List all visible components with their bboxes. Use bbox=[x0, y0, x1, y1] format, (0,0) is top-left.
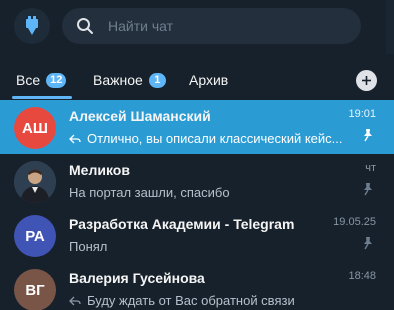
folder-tabs: Все 12 Важное 1 Архив bbox=[0, 60, 394, 100]
chat-name: Алексей Шаманский bbox=[69, 108, 211, 124]
chat-name: Меликов bbox=[69, 162, 130, 178]
message-preview: Понял bbox=[69, 239, 107, 254]
chat-name: Валерия Гусейнова bbox=[69, 270, 205, 286]
preview-text: На портал зашли, спасибо bbox=[69, 185, 230, 200]
search-bar[interactable] bbox=[62, 8, 361, 44]
tab-important[interactable]: Важное 1 bbox=[93, 60, 166, 100]
active-tab-indicator bbox=[12, 96, 72, 99]
tab-label: Все bbox=[16, 72, 41, 88]
message-preview: Буду ждать от Вас обратной связи bbox=[69, 293, 295, 308]
avatar: АШ bbox=[14, 107, 56, 149]
tab-all[interactable]: Все 12 bbox=[16, 60, 67, 100]
chat-time: 19:01 bbox=[348, 108, 376, 120]
chat-item[interactable]: Меликов чт На портал зашли, спасибо bbox=[0, 154, 394, 208]
preview-text: Понял bbox=[69, 239, 108, 254]
app-logo-icon bbox=[26, 16, 38, 35]
reply-icon bbox=[69, 134, 81, 143]
chat-item[interactable]: ВГ Валерия Гусейнова 18:48 Буду ждать от… bbox=[0, 262, 394, 310]
search-icon bbox=[77, 18, 93, 34]
scrollbar-track bbox=[386, 0, 394, 54]
avatar: РА bbox=[14, 215, 56, 257]
message-preview: Отлично, вы описали классический кейс... bbox=[69, 131, 343, 146]
chat-name: Разработка Академии - Telegram bbox=[69, 216, 295, 232]
chat-item[interactable]: АШ Алексей Шаманский 19:01 Отлично, вы о… bbox=[0, 100, 394, 154]
chat-time: 18:48 bbox=[348, 270, 376, 282]
chat-list: АШ Алексей Шаманский 19:01 Отлично, вы о… bbox=[0, 100, 394, 310]
preview-text: Буду ждать от Вас обратной связи bbox=[87, 293, 295, 308]
plus-icon bbox=[362, 76, 371, 85]
message-preview: На портал зашли, спасибо bbox=[69, 185, 230, 200]
avatar: ВГ bbox=[14, 269, 56, 310]
pin-icon bbox=[364, 129, 372, 142]
avatar-photo bbox=[14, 161, 56, 203]
unread-badge: 12 bbox=[46, 72, 67, 88]
chat-item[interactable]: РА Разработка Академии - Telegram 19.05.… bbox=[0, 208, 394, 262]
top-bar bbox=[0, 0, 394, 54]
unread-badge: 1 bbox=[148, 72, 166, 88]
profile-photo-icon bbox=[14, 161, 56, 203]
tab-label: Архив bbox=[189, 72, 229, 88]
tab-label: Важное bbox=[93, 72, 143, 88]
pin-icon bbox=[364, 183, 372, 196]
pin-icon bbox=[364, 237, 372, 250]
app-menu-button[interactable] bbox=[14, 8, 50, 44]
search-input[interactable] bbox=[108, 18, 361, 34]
add-folder-button[interactable] bbox=[356, 70, 377, 91]
tab-archive[interactable]: Архив bbox=[189, 60, 228, 100]
reply-icon bbox=[69, 296, 81, 305]
chat-time: чт bbox=[365, 162, 376, 174]
chat-time: 19.05.25 bbox=[333, 216, 376, 228]
preview-text: Отлично, вы описали классический кейс... bbox=[87, 131, 343, 146]
